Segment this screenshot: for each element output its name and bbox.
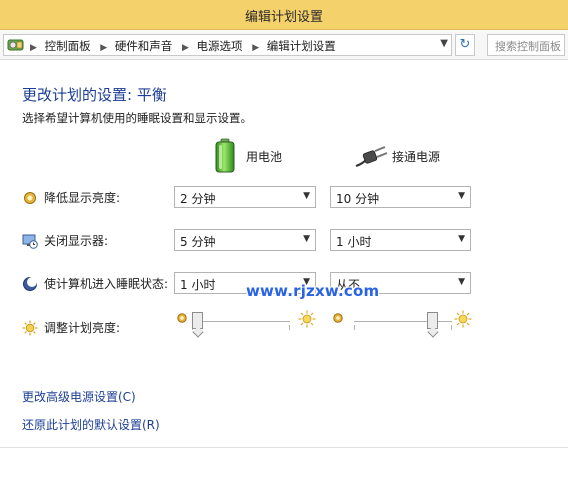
dim-sun-icon: [333, 313, 343, 323]
slider-track: [192, 321, 290, 322]
breadcrumb-separator-icon: ▶: [30, 43, 37, 53]
breadcrumb-item-power-options[interactable]: 电源选项: [197, 39, 243, 53]
address-bar[interactable]: ▶ 控制面板 ▶ 硬件和声音 ▶ 电源选项 ▶ 编辑计划设置 ▼: [3, 34, 452, 56]
brightness-row-label: 调整计划亮度:: [22, 319, 120, 336]
navigation-bar: ▶ 控制面板 ▶ 硬件和声音 ▶ 电源选项 ▶ 编辑计划设置 ▼ ↻ 搜索控制面…: [0, 30, 568, 60]
title-bar: 编辑计划设置: [0, 0, 568, 30]
breadcrumb-item-hardware-sound[interactable]: 硬件和声音: [115, 39, 173, 53]
sleep-row-label: 使计算机进入睡眠状态:: [22, 275, 168, 292]
breadcrumb-item-edit-plan[interactable]: 编辑计划设置: [267, 39, 336, 53]
sleep-moon-icon: [23, 276, 37, 291]
turn-off-display-battery-select[interactable]: 5 分钟 ▼: [174, 229, 316, 251]
dim-brightness-icon: [24, 191, 36, 204]
footer-divider: [0, 447, 568, 448]
breadcrumb-separator-icon[interactable]: ▶: [100, 43, 107, 53]
turn-off-display-plugged-in-select[interactable]: 1 小时 ▼: [330, 229, 471, 251]
dim-sun-icon: [177, 313, 187, 323]
address-history-dropdown-icon[interactable]: ▼: [440, 38, 448, 49]
brightness-sun-icon: [22, 320, 38, 335]
dim-display-plugged-in-select[interactable]: 10 分钟 ▼: [330, 186, 471, 208]
breadcrumb-item-control-panel[interactable]: 控制面板: [45, 39, 91, 53]
slider-ticks: [192, 325, 290, 330]
dim-display-row-label: 降低显示亮度:: [22, 189, 120, 206]
page-subtitle: 选择希望计算机使用的睡眠设置和显示设置。: [22, 111, 252, 125]
window-title: 编辑计划设置: [244, 10, 323, 25]
refresh-icon: ↻: [459, 37, 471, 52]
bright-sun-icon: [298, 310, 316, 328]
refresh-button[interactable]: ↻: [455, 34, 475, 56]
chevron-down-icon: ▼: [458, 234, 465, 244]
turn-off-display-row-label: 关闭显示器:: [22, 232, 108, 249]
battery-icon: [215, 138, 235, 173]
battery-column-header: 用电池: [214, 138, 314, 174]
chevron-down-icon: ▼: [458, 191, 465, 201]
monitor-clock-icon: [22, 234, 38, 249]
control-panel-icon: [7, 39, 24, 51]
advanced-power-settings-link[interactable]: 更改高级电源设置(C): [22, 388, 136, 405]
slider-thumb[interactable]: [191, 312, 203, 329]
chevron-down-icon: ▼: [458, 277, 465, 287]
slider-thumb[interactable]: [427, 312, 439, 329]
restore-defaults-link[interactable]: 还原此计划的默认设置(R): [22, 416, 160, 433]
page-title: 更改计划的设置: 平衡: [22, 86, 167, 104]
power-plug-icon: [355, 146, 388, 168]
breadcrumb-separator-icon[interactable]: ▶: [182, 43, 189, 53]
watermark-text: www.rjzxw.com: [246, 282, 380, 300]
breadcrumb: ▶ 控制面板 ▶ 硬件和声音 ▶ 电源选项 ▶ 编辑计划设置: [28, 38, 340, 54]
bright-sun-icon: [454, 310, 472, 328]
chevron-down-icon: ▼: [303, 191, 310, 201]
breadcrumb-separator-icon[interactable]: ▶: [252, 43, 259, 53]
plugged-in-column-header: 接通电源: [354, 138, 464, 174]
plugged-in-brightness-slider[interactable]: [332, 310, 474, 334]
battery-brightness-slider[interactable]: [176, 310, 318, 334]
search-input[interactable]: 搜索控制面板: [487, 34, 565, 56]
chevron-down-icon: ▼: [303, 234, 310, 244]
plugged-in-column-label: 接通电源: [392, 150, 441, 164]
battery-column-label: 用电池: [246, 150, 283, 164]
dim-display-battery-select[interactable]: 2 分钟 ▼: [174, 186, 316, 208]
